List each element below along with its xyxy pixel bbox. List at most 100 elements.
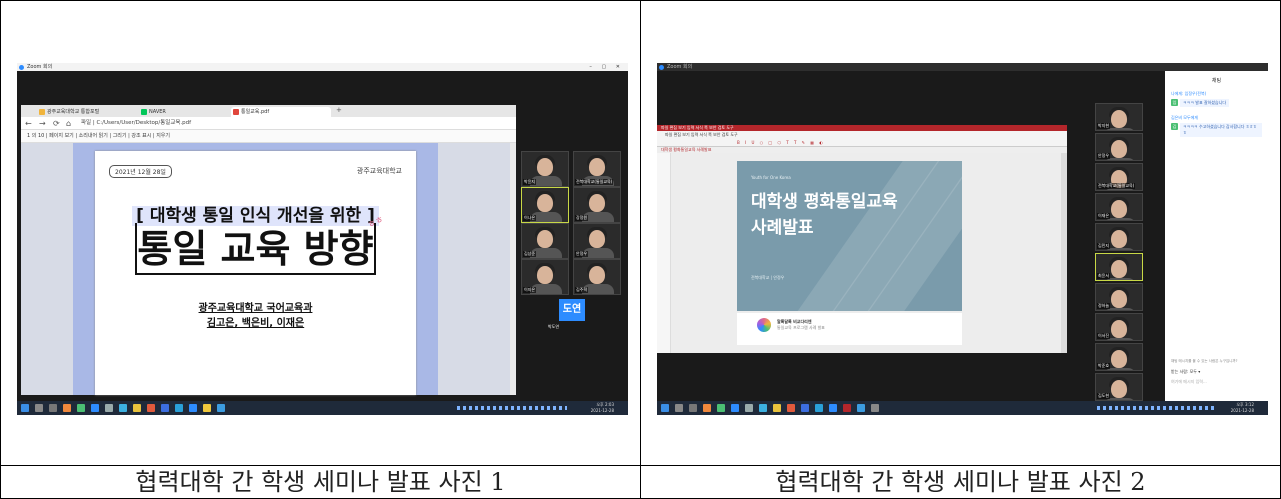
caption-left: 협력대학 간 학생 세미나 발표 사진 1	[135, 468, 506, 496]
video-tile[interactable]: 김도현	[1095, 373, 1143, 401]
video-tile-active-speaker[interactable]: 최윤서	[1095, 253, 1143, 281]
ribbon-menu[interactable]: 파일 편집 보기 입력 서식 쪽 보안 검토 도구	[665, 132, 738, 138]
participant-name: 전북대학교(통일교육)	[575, 179, 614, 185]
zoom-titlebar: Zoom 회의 – ▢ ✕	[17, 63, 628, 71]
chat-sender: 김은비 모두에게	[1171, 115, 1199, 120]
zoom-taskbar-icon[interactable]	[829, 404, 837, 412]
app-icon[interactable]	[801, 404, 809, 412]
editor-sidebar[interactable]	[657, 153, 671, 353]
app-icon[interactable]	[105, 404, 113, 412]
app-icon[interactable]	[815, 404, 823, 412]
taskview-icon[interactable]	[689, 404, 697, 412]
video-tile[interactable]: 박윤지	[521, 151, 569, 187]
clock-date: 2021-12-28	[1230, 408, 1254, 413]
video-tile-active-speaker[interactable]: 이나은	[521, 187, 569, 223]
video-tile[interactable]: 김민지	[1095, 223, 1143, 251]
tab-label: NAVER	[149, 109, 166, 115]
app-icon[interactable]	[147, 404, 155, 412]
app-icon[interactable]	[175, 404, 183, 412]
video-tile[interactable]: 김상준	[521, 223, 569, 259]
system-tray-icons[interactable]	[1097, 406, 1217, 410]
app-icon[interactable]	[91, 404, 99, 412]
ribbon-tools[interactable]: B I U ○ □ ⬡ T T ✎ ▦ ◐	[737, 140, 825, 145]
taskview-icon[interactable]	[49, 404, 57, 412]
tab-label: 통일교육.pdf	[241, 109, 270, 115]
app-icon[interactable]	[759, 404, 767, 412]
app-icon[interactable]	[717, 404, 725, 412]
browser-tab[interactable]: 광주교육대학교 통합포털	[37, 107, 137, 117]
app-icon[interactable]	[119, 404, 127, 412]
start-icon[interactable]	[21, 404, 29, 412]
participant-name: 김도현	[1097, 393, 1111, 399]
taskbar-clock[interactable]: 오후 3:12 2021-12-28	[1231, 402, 1254, 414]
participant-name: 김민지	[1097, 243, 1111, 249]
participant-gallery: 박윤지 전북대학교(통일교육) 이나은 강정원 김상준 안정우 이지은 김주혁 …	[521, 151, 625, 341]
participant-name: 정하늘	[1097, 303, 1111, 309]
refresh-icon[interactable]: ⟳	[53, 117, 60, 129]
chat-input[interactable]: 여기에 메시지 입력...	[1171, 379, 1207, 385]
start-icon[interactable]	[661, 404, 669, 412]
hwp-editor-window: 파일 편집 보기 입력 서식 쪽 보안 검토 도구 파일 편집 보기 입력 서식…	[657, 125, 1067, 353]
chat-title: 채팅	[1211, 78, 1222, 84]
app-icon[interactable]	[871, 404, 879, 412]
presenter-names: 김고은, 백은비, 이재은	[206, 318, 305, 329]
chat-avatar: 임	[1171, 99, 1178, 106]
forward-icon[interactable]: →	[39, 117, 46, 129]
search-icon[interactable]	[35, 404, 43, 412]
video-tile[interactable]: 정하늘	[1095, 283, 1143, 311]
new-tab-icon[interactable]: +	[336, 106, 342, 114]
app-icon[interactable]	[77, 404, 85, 412]
pdf-scrollbar[interactable]	[510, 143, 516, 395]
app-icon[interactable]	[857, 404, 865, 412]
address-bar[interactable]: ← → ⟳ ⌂ 파일 | C:/Users/User/Desktop/통일교육.…	[21, 117, 516, 130]
participant-name: 안정우	[575, 251, 589, 257]
participant-name: 이서진	[1097, 333, 1111, 339]
participant-name: 박윤지	[523, 179, 537, 185]
browser-tab[interactable]: NAVER	[139, 107, 229, 117]
editor-ribbon[interactable]: 파일 편집 보기 입력 서식 쪽 보안 검토 도구 B I U ○ □ ⬡ T …	[657, 131, 1067, 147]
zoom-taskbar-icon[interactable]	[189, 404, 197, 412]
video-tile[interactable]: 박지현	[1095, 103, 1143, 131]
app-icon[interactable]	[161, 404, 169, 412]
app-icon[interactable]	[773, 404, 781, 412]
video-tile[interactable]: 이지은	[521, 259, 569, 295]
taskbar-clock[interactable]: 오후 2:03 2021-12-28	[591, 402, 614, 414]
chat-recipient-select[interactable]: 받는 사람: 모두 ▾	[1171, 369, 1200, 375]
chat-privacy-note[interactable]: 채팅 메시지를 볼 수 있는 사람은 누구입니까?	[1171, 359, 1238, 364]
back-icon[interactable]: ←	[25, 117, 32, 129]
screenshot-right: Zoom 회의 파일 편집 보기 입력 서식 쪽 보안 검토 도구 파일 편집 …	[657, 63, 1268, 415]
browser-tab-active[interactable]: 통일교육.pdf	[231, 107, 331, 117]
video-tile[interactable]: 이서진	[1095, 313, 1143, 341]
video-tile[interactable]: 강정원	[573, 187, 621, 223]
app-icon[interactable]	[133, 404, 141, 412]
pdf-toolbar[interactable]: 1 의 10 | 페이지 보기 | 소리내어 읽기 | 그리기 | 강조 표시 …	[21, 130, 516, 143]
video-tile[interactable]: 전북대학교(통일교육)	[573, 151, 621, 187]
table-border-left	[0, 0, 1, 499]
presentation-slide: Youth for One Korea 대학생 평화통일교육 사례발표 전북대학…	[737, 161, 962, 311]
video-tile[interactable]: 이재은	[1095, 193, 1143, 221]
screenshot-left: Zoom 회의 – ▢ ✕ 광주교육대학교 통합포털 NAVER 통일교육.pd…	[17, 63, 628, 415]
zoom-window-title: Zoom 회의	[667, 64, 693, 70]
home-icon[interactable]: ⌂	[66, 117, 71, 129]
video-tile-off[interactable]: 도연 박도연	[547, 295, 595, 331]
editor-scrollbar[interactable]	[1061, 153, 1067, 353]
app-icon[interactable]	[731, 404, 739, 412]
video-tile[interactable]: 박준호	[1095, 343, 1143, 371]
app-icon[interactable]	[703, 404, 711, 412]
system-tray-icons[interactable]	[457, 406, 567, 410]
app-icon[interactable]	[745, 404, 753, 412]
video-tile[interactable]: 전북대학교(통일교육)	[1095, 163, 1143, 191]
chat-message: ㅋㅋㅋ 발표 잘하셨습니다	[1180, 99, 1230, 107]
app-icon[interactable]	[787, 404, 795, 412]
app-icon[interactable]	[203, 404, 211, 412]
window-controls[interactable]: – ▢ ✕	[589, 63, 624, 71]
hwp-taskbar-icon[interactable]	[843, 404, 851, 412]
video-tile[interactable]: 김주혁	[573, 259, 621, 295]
search-icon[interactable]	[675, 404, 683, 412]
video-tile[interactable]: 안정우	[1095, 133, 1143, 161]
windows-taskbar: 오후 3:12 2021-12-28	[657, 401, 1268, 415]
video-tile[interactable]: 안정우	[573, 223, 621, 259]
app-icon[interactable]	[217, 404, 225, 412]
app-icon[interactable]	[63, 404, 71, 412]
chat-panel: 채팅 나에게: 임정우(전북) 임 ㅋㅋㅋ 발표 잘하셨습니다 김은비 모두에게…	[1165, 71, 1268, 401]
